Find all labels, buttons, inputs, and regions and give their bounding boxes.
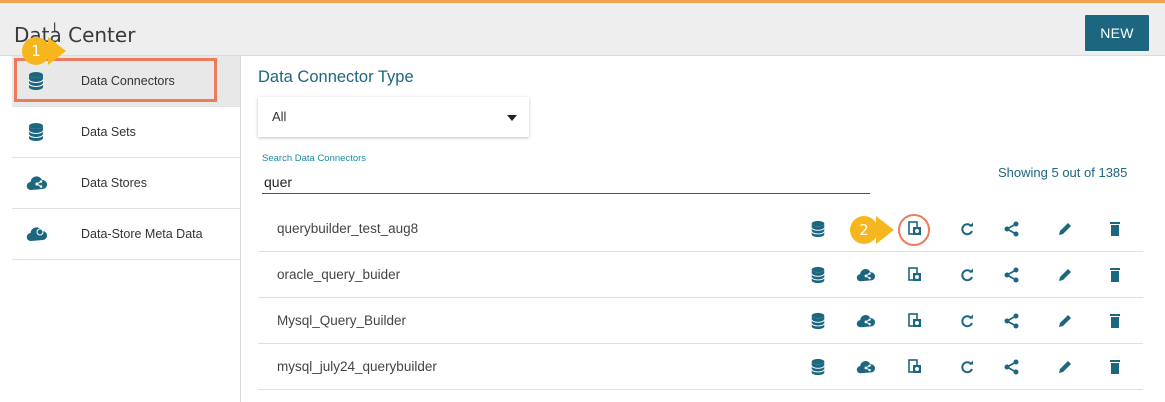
cloud-share-icon	[26, 173, 48, 193]
edit-icon[interactable]	[1056, 312, 1074, 330]
connector-name: oracle_query_buider	[277, 267, 401, 282]
sidebar-item-data-sets[interactable]: Data Sets	[12, 107, 240, 158]
edit-icon[interactable]	[1056, 266, 1074, 284]
connector-name: mysql_july24_querybuilder	[277, 359, 437, 374]
share-icon[interactable]	[1003, 220, 1021, 238]
sidebar-item-data-store-meta-data[interactable]: Data-Store Meta Data	[12, 209, 240, 260]
sidebar: Data Connectors Data Sets Data Stores Da…	[12, 56, 241, 402]
share-icon[interactable]	[1003, 358, 1021, 376]
cloud-share-icon[interactable]	[856, 266, 876, 284]
result-count: Showing 5 out of 1385	[998, 165, 1128, 180]
edit-icon[interactable]	[1056, 358, 1074, 376]
page-header: Data Center I NEW	[0, 3, 1165, 56]
delete-icon[interactable]	[1106, 220, 1124, 238]
delete-icon[interactable]	[1106, 266, 1124, 284]
callout-1-badge: 1	[22, 37, 50, 65]
database-icon[interactable]	[809, 358, 827, 376]
database-icon[interactable]	[809, 312, 827, 330]
query-builder-icon[interactable]	[906, 358, 924, 376]
callout-1-pointer	[48, 37, 66, 65]
search-label: Search Data Connectors	[262, 153, 367, 164]
database-icon	[26, 122, 46, 142]
query-builder-icon[interactable]	[906, 312, 924, 330]
section-title: Data Connector Type	[258, 68, 414, 86]
refresh-icon[interactable]	[958, 266, 976, 284]
database-icon[interactable]	[809, 220, 827, 238]
share-icon[interactable]	[1003, 266, 1021, 284]
highlight-box	[14, 58, 217, 102]
cloud-share-icon[interactable]	[856, 312, 876, 330]
refresh-icon[interactable]	[958, 358, 976, 376]
edit-icon[interactable]	[1056, 220, 1074, 238]
table-row: Mysql_Query_Builder	[258, 299, 1143, 344]
sidebar-item-data-stores[interactable]: Data Stores	[12, 158, 240, 209]
cloud-share-icon[interactable]	[856, 358, 876, 376]
chevron-down-icon	[507, 115, 517, 121]
refresh-icon[interactable]	[958, 312, 976, 330]
sidebar-item-data-connectors[interactable]: Data Connectors	[12, 56, 240, 107]
connector-type-select[interactable]: All	[258, 97, 529, 137]
share-icon[interactable]	[1003, 312, 1021, 330]
new-button[interactable]: NEW	[1085, 15, 1149, 51]
query-builder-icon[interactable]	[906, 266, 924, 284]
delete-icon[interactable]	[1106, 312, 1124, 330]
callout-2-pointer	[876, 216, 894, 244]
table-row: querybuilder_test_aug8	[258, 207, 1143, 252]
table-row: oracle_query_buider	[258, 253, 1143, 298]
callout-2-badge: 2	[850, 216, 878, 244]
connector-name: querybuilder_test_aug8	[277, 221, 419, 236]
sidebar-item-label: Data Sets	[81, 125, 136, 139]
refresh-icon[interactable]	[958, 220, 976, 238]
cloud-icon	[26, 224, 48, 244]
highlight-ring	[898, 214, 930, 246]
sidebar-item-label: Data-Store Meta Data	[81, 227, 203, 241]
connector-name: Mysql_Query_Builder	[277, 313, 407, 328]
delete-icon[interactable]	[1106, 358, 1124, 376]
sidebar-item-label: Data Stores	[81, 176, 148, 190]
database-icon[interactable]	[809, 266, 827, 284]
search-input[interactable]	[262, 170, 870, 194]
table-row: mysql_july24_querybuilder	[258, 345, 1143, 390]
select-value: All	[272, 109, 287, 124]
text-cursor-icon: I	[53, 20, 57, 34]
